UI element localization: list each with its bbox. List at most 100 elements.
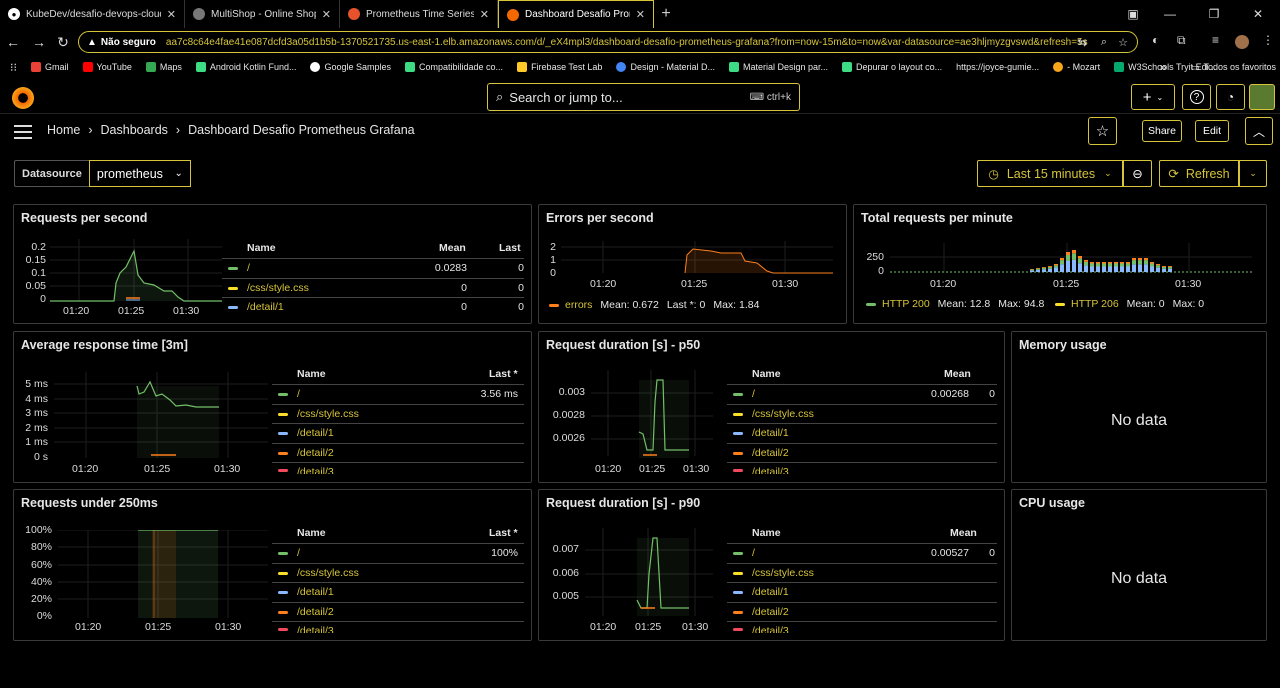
legend-row[interactable]: /detail/1	[272, 582, 524, 601]
close-tab-icon[interactable]: ✕	[480, 8, 489, 21]
legend-header-last[interactable]: Last *	[489, 368, 518, 380]
bookmark-item[interactable]: Google Samples	[310, 62, 391, 72]
zoom-out-button[interactable]: ⊖	[1123, 160, 1152, 187]
profile-avatar[interactable]	[1235, 35, 1249, 49]
zoom-icon[interactable]: ⌕	[1101, 36, 1107, 49]
legend-row[interactable]: /detail/1 0 0	[222, 297, 524, 316]
reload-button[interactable]: ↻	[50, 34, 76, 51]
apps-icon[interactable]: ⁝⁝	[10, 61, 17, 74]
panel-request-duration-p50[interactable]: Request duration [s] - p50 0.003 0.0028 …	[538, 331, 1005, 483]
translate-icon[interactable]: ⇆	[1078, 36, 1087, 49]
legend-header-last[interactable]: Last *	[499, 242, 523, 254]
bookmark-item[interactable]: Depurar o layout co...	[842, 62, 942, 72]
collapse-button[interactable]: ︿	[1245, 117, 1273, 145]
browser-tab[interactable]: Prometheus Time Series Collec ✕	[340, 0, 498, 28]
legend-row[interactable]: /detail/1	[272, 423, 524, 442]
legend-row[interactable]: /detail/2	[727, 443, 997, 462]
legend-row[interactable]: /css/style.css	[727, 563, 997, 582]
legend-row[interactable]: /100%	[272, 543, 524, 562]
edit-button[interactable]: Edit	[1195, 120, 1229, 142]
legend-row[interactable]: /detail/2	[272, 443, 524, 462]
new-menu-button[interactable]: + ⌄	[1131, 84, 1175, 110]
legend-row[interactable]: /detail/3	[272, 462, 524, 474]
bookmark-item[interactable]: Gmail	[31, 62, 69, 72]
back-button[interactable]: ←	[0, 34, 26, 50]
restore-button[interactable]: ❐	[1192, 7, 1236, 21]
new-tab-button[interactable]: +	[654, 5, 678, 23]
bookmark-item[interactable]: YouTube	[82, 62, 132, 72]
breadcrumb-home[interactable]: Home	[47, 123, 80, 137]
bookmarks-overflow-icon[interactable]: »	[1160, 60, 1167, 74]
legend-http-200[interactable]: HTTP 200 Mean: 12.8 Max: 94.8	[866, 298, 1052, 310]
legend-row[interactable]: /detail/2	[272, 602, 524, 621]
bookmark-item[interactable]: - Mozart	[1053, 62, 1100, 72]
legend-header-mean[interactable]: Mean	[439, 242, 466, 254]
bookmark-item[interactable]: Compatibilidade co...	[405, 62, 503, 72]
refresh-button[interactable]: ⟳ Refresh	[1159, 160, 1239, 187]
legend-header-name[interactable]: Name	[247, 242, 276, 254]
star-button[interactable]: ☆	[1088, 117, 1117, 145]
legend-row[interactable]: /detail/3	[727, 462, 997, 474]
profile-window-icon[interactable]: ▣	[1118, 7, 1148, 21]
legend-row[interactable]: /css/style.css	[727, 404, 997, 423]
panel-request-duration-p90[interactable]: Request duration [s] - p90 0.007 0.006 0…	[538, 489, 1005, 641]
panel-requests-under-250ms[interactable]: Requests under 250ms 100% 80% 60% 40% 20…	[13, 489, 532, 641]
reading-list-icon[interactable]: ≡	[1212, 33, 1219, 47]
close-tab-icon[interactable]: ✕	[636, 8, 645, 21]
bookmark-item[interactable]: Maps	[145, 62, 182, 72]
browser-tab[interactable]: MultiShop - Online Shop Websi ✕	[185, 0, 340, 28]
legend-header-name[interactable]: Name	[752, 527, 781, 539]
breadcrumb-dashboards[interactable]: Dashboards	[101, 123, 168, 137]
legend-row[interactable]: /3.56 ms	[272, 384, 524, 403]
panel-requests-per-second[interactable]: Requests per second 0.2 0.15 0.1 0.05 0 …	[13, 204, 532, 324]
browser-tab-active[interactable]: Dashboard Desafio Prometheus ✕	[498, 0, 654, 28]
help-button[interactable]: ?	[1182, 84, 1211, 110]
time-range-picker[interactable]: ◷ Last 15 minutes ⌄	[977, 160, 1123, 187]
refresh-interval-button[interactable]: ⌄	[1239, 160, 1267, 187]
legend-header-mean[interactable]: Mean	[944, 368, 971, 380]
panel-memory-usage[interactable]: Memory usage No data	[1011, 331, 1267, 483]
news-button[interactable]: ◔	[1216, 84, 1245, 110]
share-button[interactable]: Share	[1142, 120, 1182, 142]
legend-row[interactable]: /css/style.css	[272, 563, 524, 582]
legend-row[interactable]: /0.0283 0	[222, 258, 524, 277]
forward-button[interactable]: →	[26, 34, 52, 50]
legend-row[interactable]: /0.00527 0	[727, 543, 997, 562]
browser-menu-icon[interactable]: ⋮	[1262, 33, 1274, 47]
all-bookmarks-folder[interactable]: ▭ Todos os favoritos	[1191, 62, 1276, 73]
bookmark-item[interactable]: Material Design par...	[728, 62, 828, 72]
bookmark-item[interactable]: Design - Material D...	[616, 62, 715, 72]
legend-errors[interactable]: errors Mean: 0.672 Last *: 0 Max: 1.84	[549, 299, 767, 311]
user-avatar[interactable]	[1249, 84, 1275, 110]
close-window-button[interactable]: ✕	[1236, 7, 1280, 21]
legend-row[interactable]: /detail/3	[272, 621, 524, 633]
bookmark-star-icon[interactable]: ☆	[1118, 36, 1128, 49]
minimize-button[interactable]: —	[1148, 7, 1192, 21]
legend-header-mean[interactable]: Mean	[950, 527, 977, 539]
legend-header-last[interactable]: Last *	[489, 527, 518, 539]
panel-errors-per-second[interactable]: Errors per second 2 1 0 01:20 01:25 01:3…	[538, 204, 847, 324]
legend-row[interactable]: /detail/1	[727, 423, 997, 442]
close-tab-icon[interactable]: ✕	[322, 8, 331, 21]
legend-row[interactable]: /detail/3	[727, 621, 997, 633]
address-bar[interactable]: ▲ Não seguro aa7c8c64e4fae41e087dcfd3a05…	[78, 31, 1138, 53]
legend-row[interactable]: /css/style.css	[272, 404, 524, 423]
theme-icon[interactable]: ◐	[1152, 33, 1159, 47]
legend-row[interactable]: /detail/2	[727, 602, 997, 621]
legend-header-name[interactable]: Name	[752, 368, 781, 380]
datasource-select[interactable]: prometheus ⌄	[88, 160, 191, 187]
panel-average-response-time[interactable]: Average response time [3m] 5 ms 4 ms 3 m…	[13, 331, 532, 483]
search-input[interactable]: ⌕ Search or jump to... ⌨ ctrl+k	[487, 83, 800, 111]
legend-header-name[interactable]: Name	[297, 527, 326, 539]
legend-row[interactable]: /detail/1	[727, 582, 997, 601]
close-tab-icon[interactable]: ✕	[167, 8, 176, 21]
bookmark-item[interactable]: Firebase Test Lab	[517, 62, 602, 72]
bookmark-item[interactable]: https://joyce-gumie...	[956, 62, 1039, 72]
legend-http-206[interactable]: HTTP 206 Mean: 0 Max: 0	[1055, 298, 1212, 310]
menu-icon[interactable]	[14, 125, 32, 143]
browser-tab[interactable]: ● KubeDev/desafio-devops-cloud ✕	[0, 0, 185, 28]
bookmark-item[interactable]: Android Kotlin Fund...	[195, 62, 296, 72]
grafana-logo-icon[interactable]	[12, 87, 34, 109]
extensions-icon[interactable]: ⧉	[1177, 33, 1186, 48]
legend-row[interactable]: /0.00268 0	[727, 384, 997, 403]
